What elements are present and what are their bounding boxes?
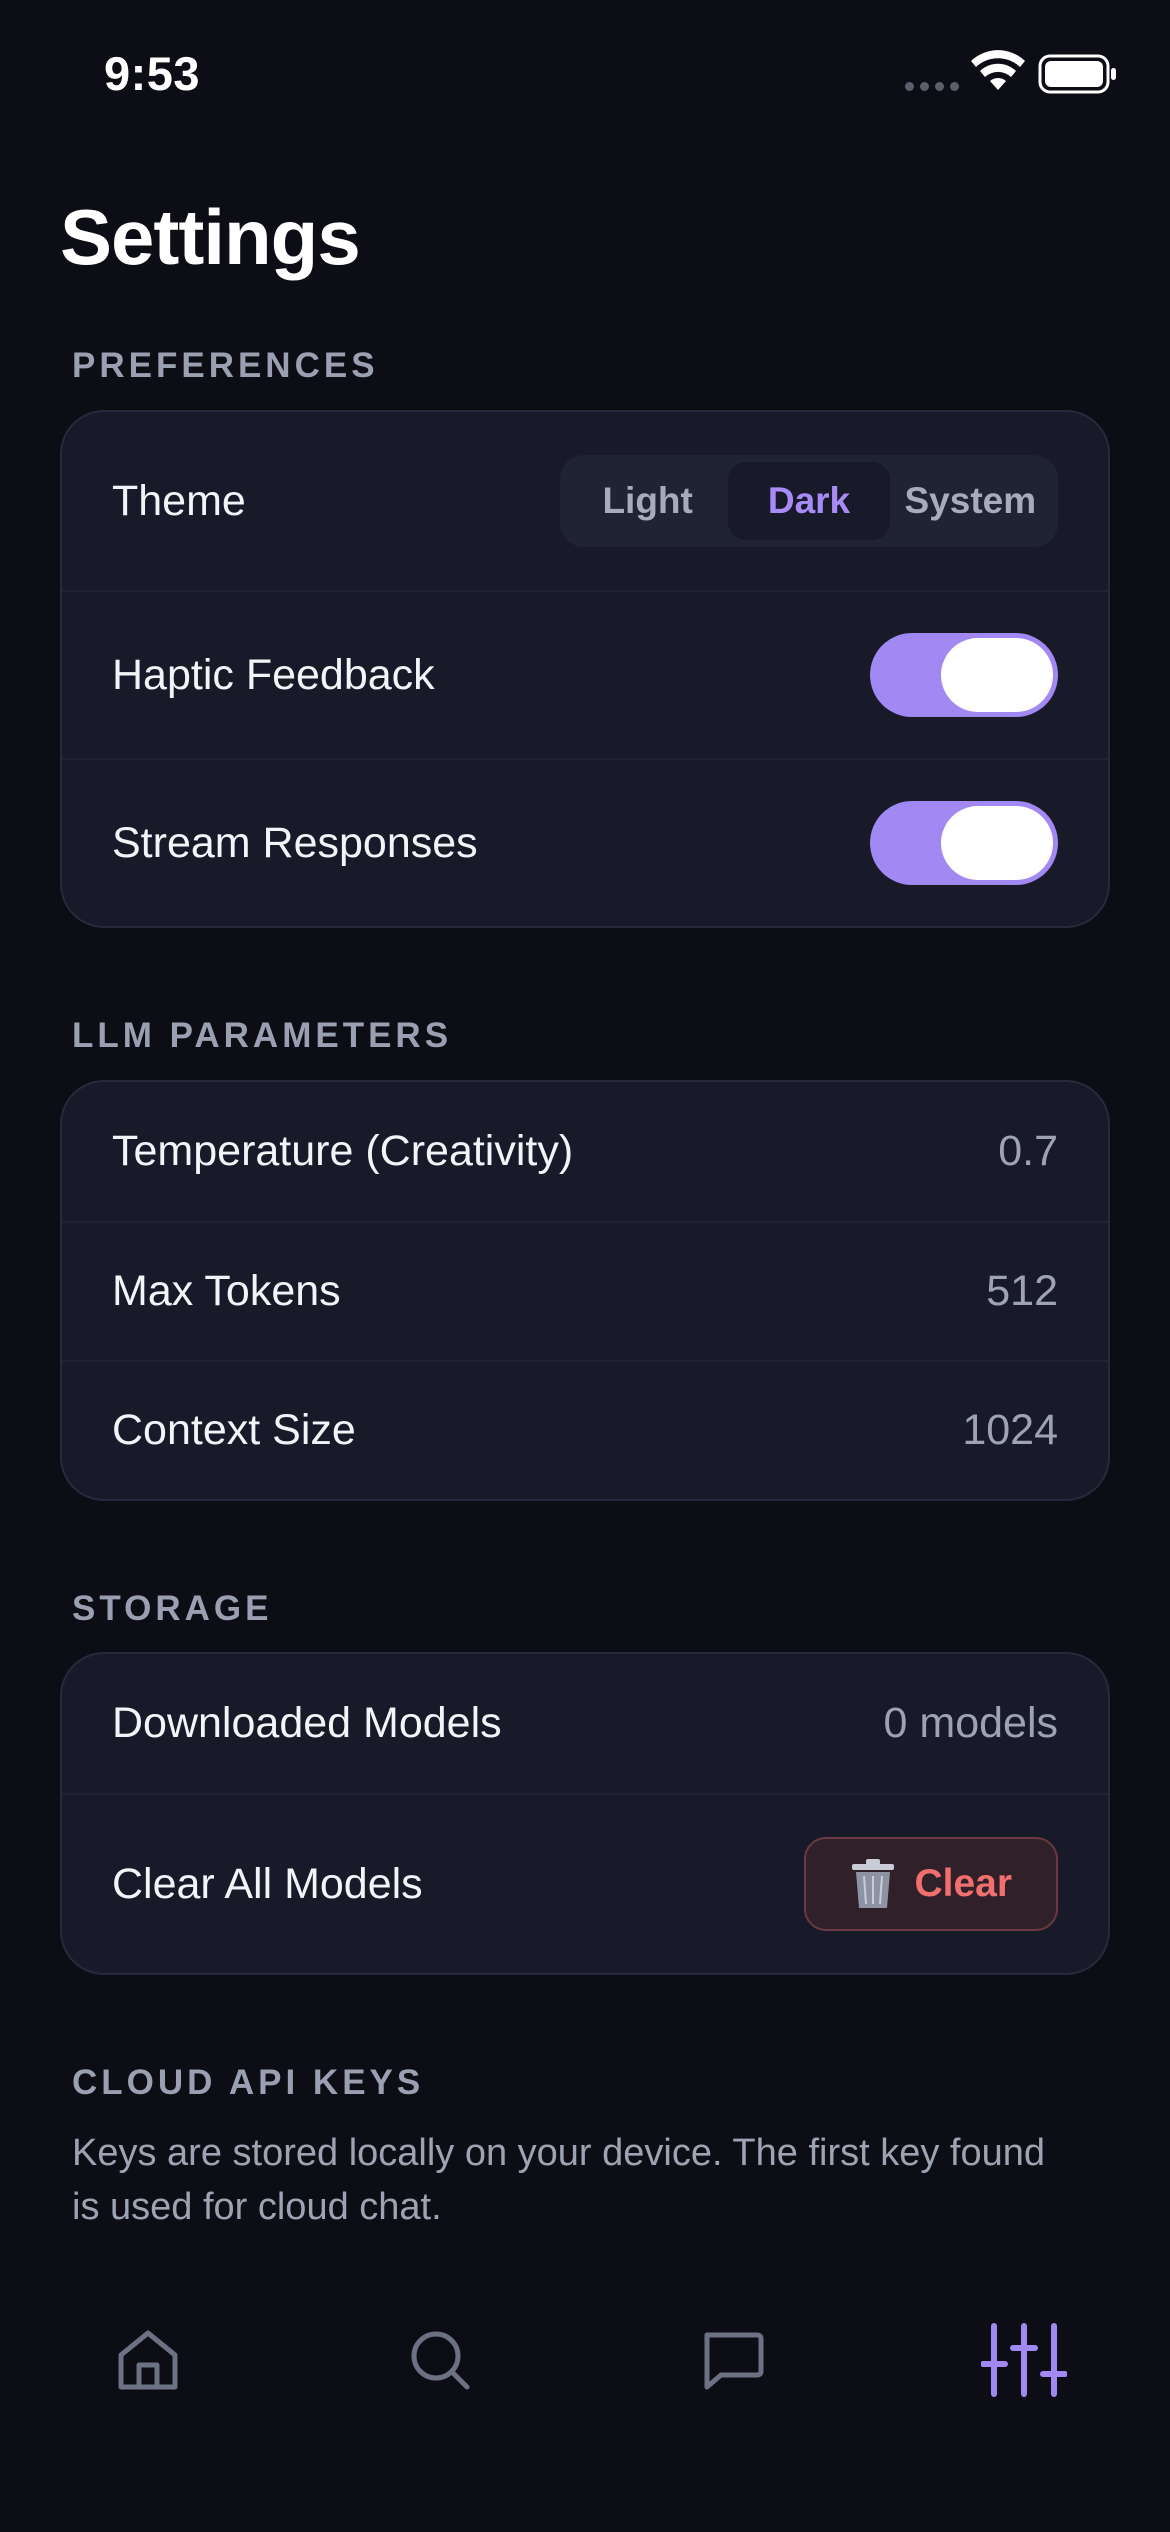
tab-settings[interactable] xyxy=(974,2310,1074,2410)
tab-home[interactable] xyxy=(98,2310,198,2410)
toggle-knob xyxy=(941,806,1053,880)
temperature-label: Temperature (Creativity) xyxy=(112,1127,574,1175)
tab-bar xyxy=(0,2280,1170,2532)
theme-option-dark[interactable]: Dark xyxy=(728,462,890,540)
stream-responses-label: Stream Responses xyxy=(112,818,478,867)
settings-screen: 9:53 Settings PREFERENCES Theme Light Da… xyxy=(0,0,1170,2532)
downloaded-models-value: 0 models xyxy=(883,1699,1058,1747)
theme-label: Theme xyxy=(112,476,246,525)
context-size-label: Context Size xyxy=(112,1406,356,1454)
clear-all-models-row: Clear All Models Clear xyxy=(62,1793,1108,1973)
max-tokens-label: Max Tokens xyxy=(112,1267,341,1315)
trash-icon xyxy=(852,1859,895,1908)
status-time: 9:53 xyxy=(104,47,201,100)
section-label-storage: STORAGE xyxy=(72,1589,273,1628)
clear-models-button[interactable]: Clear xyxy=(804,1837,1058,1931)
section-label-preferences: PREFERENCES xyxy=(72,346,379,385)
section-label-llm-parameters: LLM PARAMETERS xyxy=(72,1016,453,1055)
haptic-feedback-row: Haptic Feedback xyxy=(62,590,1108,758)
clear-button-label: Clear xyxy=(914,1862,1012,1905)
wifi-icon xyxy=(971,50,1025,90)
max-tokens-row[interactable]: Max Tokens 512 xyxy=(62,1221,1108,1360)
section-label-cloud-api-keys: CLOUD API KEYS xyxy=(72,2063,425,2102)
tab-chat[interactable] xyxy=(682,2310,782,2410)
cloud-api-keys-helper-text: Keys are stored locally on your device. … xyxy=(72,2132,1046,2228)
tab-search[interactable] xyxy=(390,2310,490,2410)
haptic-feedback-label: Haptic Feedback xyxy=(112,650,435,699)
theme-row: Theme Light Dark System xyxy=(62,412,1108,590)
theme-option-light[interactable]: Light xyxy=(567,462,728,540)
status-bar: 9:53 xyxy=(0,0,1170,140)
preferences-card: Theme Light Dark System Haptic Feedback … xyxy=(60,410,1110,928)
theme-option-system[interactable]: System xyxy=(890,462,1051,540)
downloaded-models-label: Downloaded Models xyxy=(112,1699,502,1747)
search-icon xyxy=(411,2331,470,2390)
chat-icon xyxy=(704,2332,764,2390)
haptic-feedback-toggle[interactable] xyxy=(870,633,1058,717)
storage-card: Downloaded Models 0 models Clear All Mod… xyxy=(60,1652,1110,1975)
temperature-value: 0.7 xyxy=(998,1127,1058,1175)
llm-parameters-card: Temperature (Creativity) 0.7 Max Tokens … xyxy=(60,1080,1110,1501)
context-size-row[interactable]: Context Size 1024 xyxy=(62,1360,1108,1499)
page-title: Settings xyxy=(60,193,361,281)
stream-responses-row: Stream Responses xyxy=(62,758,1108,926)
sliders-icon xyxy=(981,2323,1067,2397)
toggle-knob xyxy=(941,638,1053,712)
max-tokens-value: 512 xyxy=(986,1267,1058,1315)
clear-all-models-label: Clear All Models xyxy=(112,1859,423,1908)
cellular-signal-icon xyxy=(905,82,959,91)
context-size-value: 1024 xyxy=(962,1406,1058,1454)
temperature-row[interactable]: Temperature (Creativity) 0.7 xyxy=(62,1082,1108,1221)
battery-icon xyxy=(1038,54,1116,94)
home-icon xyxy=(118,2330,178,2390)
downloaded-models-row: Downloaded Models 0 models xyxy=(62,1654,1108,1793)
stream-responses-toggle[interactable] xyxy=(870,801,1058,885)
theme-segmented-control: Light Dark System xyxy=(560,455,1058,547)
